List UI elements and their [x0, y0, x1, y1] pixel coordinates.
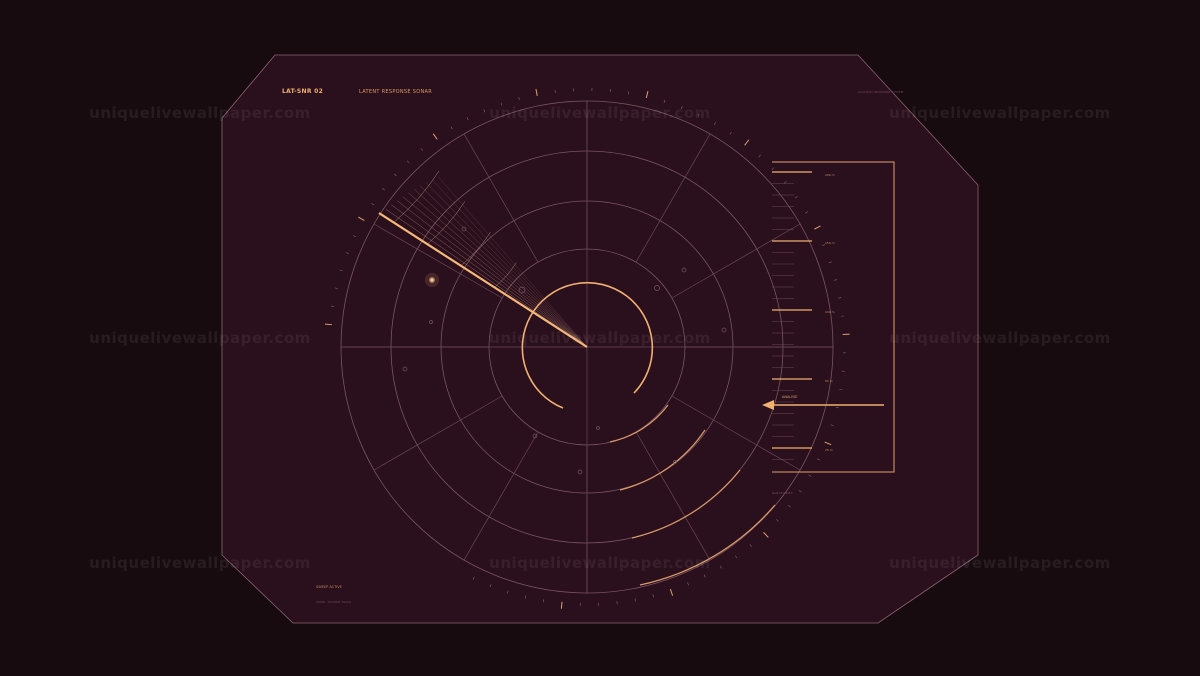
footer-mode: MODE - PASSIVE TRACK [316, 600, 352, 604]
target-label: ANALYSE [782, 395, 798, 399]
sonar-hud [221, 54, 979, 624]
scale-footer: RANGE INDEX [772, 491, 793, 495]
scale-label-4: 50 m [825, 379, 833, 383]
target-blip [425, 273, 439, 287]
system-title: LAT-SNR 02 [282, 88, 324, 95]
corner-label: ACOUSTIC RESPONSE SYSTEM [858, 90, 904, 94]
scale-label-5: 25 m [825, 448, 833, 452]
scale-label-3: 100 m [825, 310, 835, 314]
scale-label-2: 150 m [825, 241, 835, 245]
bearing-tick [324, 323, 333, 326]
hud-panel [221, 54, 979, 624]
bearing-tick [560, 601, 563, 609]
scale-label-1: 200 m [825, 173, 835, 177]
footer-status: SWEEP ACTIVE [316, 585, 342, 589]
system-subtitle: LATENT RESPONSE SONAR [359, 89, 432, 95]
